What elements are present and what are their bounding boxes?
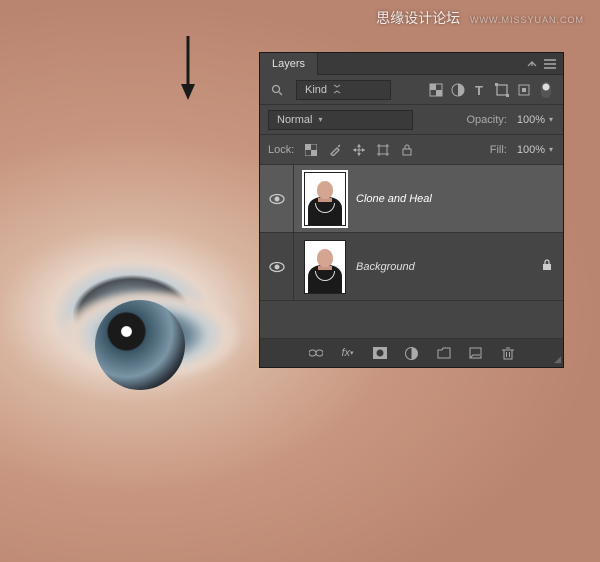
eye-icon [269,261,285,273]
layer-thumbnail[interactable] [304,172,346,226]
layer-name: Background [356,261,541,273]
watermark: 思缘设计论坛 WWW.MISSYUAN.COM [376,8,584,28]
resize-handle[interactable]: ◢ [554,354,561,365]
filter-smart-icon[interactable] [515,81,533,99]
visibility-toggle[interactable] [260,165,294,232]
panel-header: Layers [260,53,563,75]
filter-toggle-icon[interactable] [537,81,555,99]
fill-label: Fill: [490,144,507,156]
fill-input[interactable]: 100% ▾ [515,144,555,156]
layer-style-icon[interactable]: fx▾ [340,345,356,361]
filter-type-value: Kind [305,84,327,96]
fill-value: 100% [517,144,545,156]
add-mask-icon[interactable] [372,345,388,361]
lock-label: Lock: [268,144,294,156]
eye-icon [269,193,285,205]
layer-list-empty [260,301,563,339]
layer-thumbnail[interactable] [304,240,346,294]
blend-mode-dropdown[interactable]: Normal ▾ [268,110,413,130]
chevron-down-icon: ▾ [549,145,553,154]
svg-text:T: T [475,83,483,97]
filter-shape-icon[interactable] [493,81,511,99]
layers-panel: Layers Kind T [259,52,564,368]
filter-pixel-icon[interactable] [427,81,445,99]
filter-row: Kind T [260,75,563,105]
chevron-down-icon [333,84,341,96]
layers-tab-label: Layers [272,58,305,70]
layer-row[interactable]: Clone and Heal [260,165,563,233]
layer-list: Clone and Heal Background [260,165,563,339]
blend-mode-value: Normal [277,114,312,126]
canvas-iris [95,300,185,390]
watermark-url: WWW.MISSYUAN.COM [470,15,584,25]
lock-transparency-icon[interactable] [302,141,320,159]
lock-all-icon[interactable] [398,141,416,159]
lock-icon [541,259,553,274]
new-layer-icon[interactable] [468,345,484,361]
lock-row: Lock: Fill: 100% ▾ [260,135,563,165]
watermark-text: 思缘设计论坛 [376,10,460,26]
opacity-input[interactable]: 100% ▾ [515,114,555,126]
panel-menu-icon[interactable] [543,57,557,71]
tutorial-arrow [178,34,198,102]
lock-artboard-icon[interactable] [374,141,392,159]
lock-position-icon[interactable] [350,141,368,159]
link-layers-icon[interactable] [308,345,324,361]
chevron-down-icon: ▾ [549,115,553,124]
new-adjustment-icon[interactable] [404,345,420,361]
visibility-toggle[interactable] [260,233,294,300]
filter-type-dropdown[interactable]: Kind [296,80,391,100]
layer-name: Clone and Heal [356,193,553,205]
lock-pixels-icon[interactable] [326,141,344,159]
layer-row[interactable]: Background [260,233,563,301]
filter-search-icon[interactable] [268,81,286,99]
blend-row: Normal ▾ Opacity: 100% ▾ [260,105,563,135]
chevron-down-icon: ▾ [318,115,322,124]
filter-type-icon[interactable]: T [471,81,489,99]
layers-tab[interactable]: Layers [260,53,318,75]
filter-adjustment-icon[interactable] [449,81,467,99]
collapse-icon[interactable] [525,57,539,71]
opacity-label: Opacity: [466,114,506,126]
new-group-icon[interactable] [436,345,452,361]
opacity-value: 100% [517,114,545,126]
delete-layer-icon[interactable] [500,345,516,361]
panel-footer: fx▾ [260,339,563,367]
